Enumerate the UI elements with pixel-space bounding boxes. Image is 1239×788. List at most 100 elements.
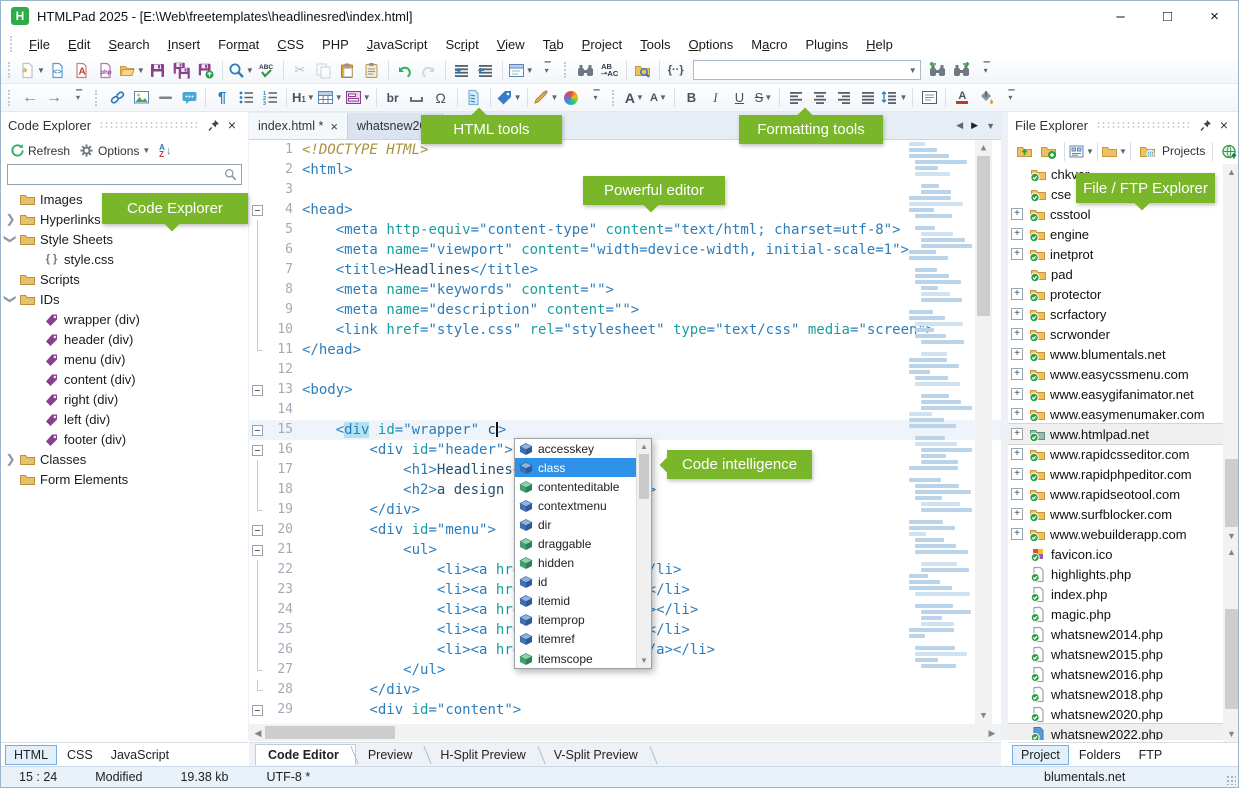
- explorer-tab-folders[interactable]: Folders: [1071, 746, 1129, 764]
- doc-tab-javascript[interactable]: JavaScript: [103, 746, 177, 764]
- autocomplete-item[interactable]: contenteditable: [515, 477, 651, 496]
- menu-options[interactable]: Options: [679, 33, 742, 56]
- search-combobox[interactable]: ▼: [693, 60, 921, 80]
- tab-scroll-left-icon[interactable]: ◀: [956, 120, 963, 131]
- pin-icon[interactable]: [205, 119, 223, 132]
- explorer-tab-ftp[interactable]: FTP: [1131, 746, 1171, 764]
- autocomplete-item[interactable]: itemscope: [515, 649, 651, 668]
- expand-icon[interactable]: +: [1011, 468, 1023, 480]
- navigate-back-button[interactable]: ←: [18, 86, 42, 110]
- new-html-document-button[interactable]: <>: [46, 58, 70, 82]
- menu-macro[interactable]: Macro: [742, 33, 796, 56]
- menu-script[interactable]: Script: [436, 33, 487, 56]
- doc-tab-css[interactable]: CSS: [59, 746, 101, 764]
- expand-icon[interactable]: +: [1011, 508, 1023, 520]
- dropdown-arrow-icon[interactable]: ▼: [307, 93, 315, 102]
- font-decrease-button[interactable]: A▼: [646, 86, 670, 110]
- dropdown-arrow-icon[interactable]: ▼: [899, 93, 907, 102]
- numbered-list-button[interactable]: 123: [258, 86, 282, 110]
- fold-toggle-icon[interactable]: [252, 385, 263, 396]
- expand-icon[interactable]: +: [1011, 388, 1023, 400]
- file-item[interactable]: magic.php: [1008, 604, 1223, 624]
- autocomplete-scrollbar[interactable]: ▲ ▼: [636, 439, 651, 668]
- file-item[interactable]: whatsnew2020.php: [1008, 704, 1223, 724]
- clipboard-history-button[interactable]: [360, 58, 384, 82]
- save-upload-button[interactable]: [194, 58, 218, 82]
- folder-up-button[interactable]: [1012, 139, 1036, 163]
- dropdown-arrow-icon[interactable]: ▼: [1086, 147, 1094, 156]
- form-button[interactable]: ▼: [344, 86, 372, 110]
- dropdown-arrow-icon[interactable]: ▼: [335, 93, 343, 102]
- file-item[interactable]: whatsnew2015.php: [1008, 644, 1223, 664]
- expand-icon[interactable]: +: [1011, 328, 1023, 340]
- scroll-right-icon[interactable]: ▶: [987, 728, 997, 739]
- align-center-button[interactable]: [808, 86, 832, 110]
- file-item[interactable]: whatsnew2014.php: [1008, 624, 1223, 644]
- validate-document-button[interactable]: A: [70, 58, 94, 82]
- code-explorer-item[interactable]: content (div): [1, 369, 248, 389]
- editor-vertical-scrollbar[interactable]: ▲ ▼: [975, 140, 992, 724]
- search-button[interactable]: ▼: [227, 58, 255, 82]
- expand-icon[interactable]: +: [1011, 248, 1023, 260]
- paragraph-button[interactable]: ¶: [210, 86, 234, 110]
- fold-toggle-icon[interactable]: [252, 425, 263, 436]
- menu-tools[interactable]: Tools: [631, 33, 679, 56]
- font-increase-button[interactable]: A▼: [622, 86, 646, 110]
- options-dropdown-icon[interactable]: ▼: [142, 146, 150, 155]
- toolbar-overflow-button[interactable]: ▾▔: [583, 86, 607, 110]
- close-tab-icon[interactable]: ×: [330, 119, 338, 134]
- expand-icon[interactable]: +: [1011, 408, 1023, 420]
- file-item[interactable]: index.php: [1008, 584, 1223, 604]
- close-panel-icon[interactable]: ×: [223, 117, 241, 133]
- color-picker-button[interactable]: [559, 86, 583, 110]
- code-explorer-item[interactable]: Scripts: [1, 269, 248, 289]
- menu-help[interactable]: Help: [857, 33, 902, 56]
- resize-grip[interactable]: [1226, 775, 1236, 785]
- menu-tab[interactable]: Tab: [534, 33, 573, 56]
- fold-toggle-icon[interactable]: [252, 705, 263, 716]
- font-color-button[interactable]: A: [950, 86, 974, 110]
- fold-toggle-icon[interactable]: [252, 545, 263, 556]
- highlighter-button[interactable]: ▼: [532, 86, 560, 110]
- code-snippet-button[interactable]: {··}: [664, 58, 688, 82]
- preformatted-button[interactable]: [917, 86, 941, 110]
- pin-icon[interactable]: [1197, 119, 1215, 132]
- autocomplete-item[interactable]: accesskey: [515, 439, 651, 458]
- find-previous-button[interactable]: [950, 58, 974, 82]
- toolbar-overflow-button[interactable]: ▾▔: [535, 58, 559, 82]
- menu-file[interactable]: File: [20, 33, 59, 56]
- scroll-down-icon[interactable]: ▼: [1223, 531, 1239, 541]
- folder-item[interactable]: +www.easygifanimator.net: [1008, 384, 1223, 404]
- scroll-up-icon[interactable]: ▲: [1223, 547, 1239, 557]
- dropdown-arrow-icon[interactable]: ▼: [636, 93, 644, 102]
- autocomplete-item[interactable]: itemid: [515, 592, 651, 611]
- bold-button[interactable]: B: [679, 86, 703, 110]
- tab-list-icon[interactable]: ▼: [986, 121, 995, 131]
- view-mode-button[interactable]: ▼: [1069, 139, 1093, 163]
- options-label[interactable]: Options: [98, 144, 139, 158]
- menu-edit[interactable]: Edit: [59, 33, 99, 56]
- refresh-label[interactable]: Refresh: [28, 144, 70, 158]
- file-item[interactable]: highlights.php: [1008, 564, 1223, 584]
- scroll-down-icon[interactable]: ▼: [975, 711, 992, 721]
- spell-check-button[interactable]: ABC: [255, 58, 279, 82]
- code-explorer-item[interactable]: header (div): [1, 329, 248, 349]
- table-button[interactable]: ▼: [316, 86, 344, 110]
- refresh-icon[interactable]: [7, 139, 27, 163]
- autocomplete-item[interactable]: class: [515, 458, 651, 477]
- menu-view[interactable]: View: [488, 33, 534, 56]
- folder-item[interactable]: +inetprot: [1008, 244, 1223, 264]
- dropdown-arrow-icon[interactable]: ▼: [659, 93, 667, 102]
- expand-icon[interactable]: +: [1011, 428, 1023, 440]
- code-explorer-item[interactable]: left (div): [1, 409, 248, 429]
- dropdown-arrow-icon[interactable]: ▼: [526, 66, 534, 75]
- folder-item[interactable]: +www.webuilderapp.com: [1008, 524, 1223, 544]
- align-left-button[interactable]: [784, 86, 808, 110]
- comment-button[interactable]: [177, 86, 201, 110]
- view-tab[interactable]: Code Editor: [255, 744, 356, 765]
- folder-item[interactable]: +scrfactory: [1008, 304, 1223, 324]
- search-input[interactable]: [8, 168, 220, 182]
- menu-css[interactable]: CSS: [268, 33, 313, 56]
- folder-item[interactable]: +www.easymenumaker.com: [1008, 404, 1223, 424]
- scroll-up-icon[interactable]: ▲: [1223, 167, 1239, 177]
